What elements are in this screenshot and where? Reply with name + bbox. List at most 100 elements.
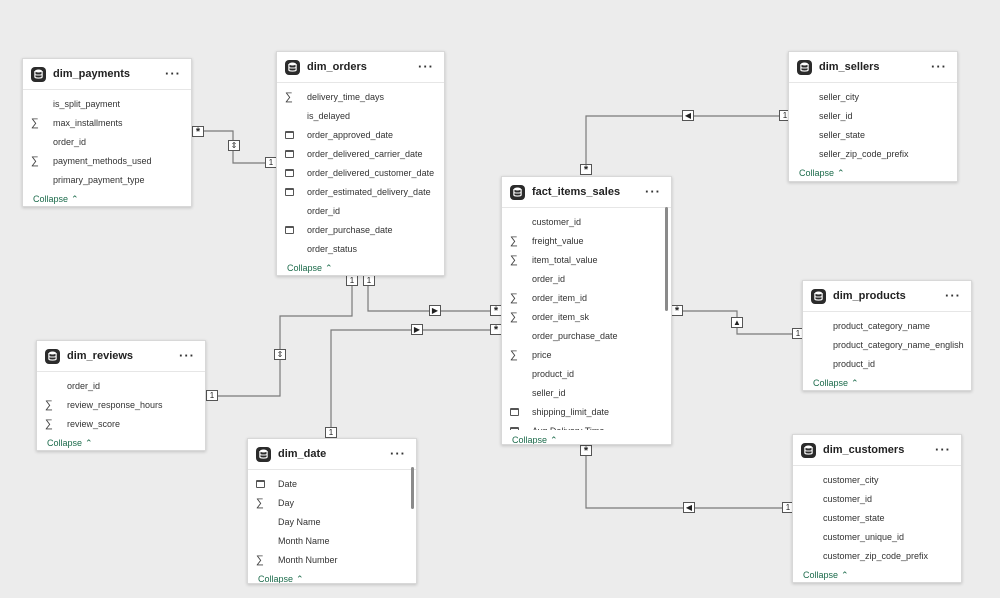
- field-row[interactable]: order_estimated_delivery_date: [277, 182, 444, 201]
- more-options-icon[interactable]: ···: [945, 289, 961, 302]
- field-name: product_id: [532, 368, 575, 379]
- collapse-link[interactable]: Collapse ⌃: [789, 163, 957, 181]
- field-row[interactable]: order_delivered_carrier_date: [277, 144, 444, 163]
- collapse-link[interactable]: Collapse ⌃: [248, 569, 416, 584]
- table-card-dim-reviews[interactable]: dim_reviews ··· order_id ∑ review_response_h…: [36, 340, 206, 451]
- scrollbar[interactable]: [411, 467, 414, 509]
- table-header[interactable]: dim_payments ···: [23, 59, 191, 90]
- field-row[interactable]: order_id: [277, 201, 444, 220]
- field-row[interactable]: ∑ order_item_id: [502, 288, 671, 307]
- field-row[interactable]: primary_payment_type: [23, 170, 191, 189]
- more-options-icon[interactable]: ···: [390, 447, 406, 460]
- table-card-fact-items-sales[interactable]: fact_items_sales ··· customer_id ∑ freight_v…: [501, 176, 672, 445]
- table-header[interactable]: dim_reviews ···: [37, 341, 205, 372]
- filter-right-icon[interactable]: ▶: [411, 324, 423, 335]
- collapse-label: Collapse: [803, 570, 839, 580]
- field-row[interactable]: product_id: [803, 354, 971, 373]
- field-row[interactable]: product_id: [502, 364, 671, 383]
- table-card-dim-products[interactable]: dim_products ··· product_category_name prod…: [802, 280, 972, 391]
- collapse-link[interactable]: Collapse ⌃: [803, 373, 971, 390]
- field-row[interactable]: product_category_name: [803, 316, 971, 335]
- field-row[interactable]: ∑ Day: [248, 493, 416, 512]
- field-row[interactable]: ∑ price: [502, 345, 671, 364]
- field-row[interactable]: order_id: [37, 376, 205, 395]
- field-row[interactable]: seller_city: [789, 87, 957, 106]
- field-row[interactable]: product_category_name_english: [803, 335, 971, 354]
- field-row[interactable]: is_delayed: [277, 106, 444, 125]
- filter-both-icon[interactable]: ⇕: [228, 140, 240, 151]
- table-card-dim-orders[interactable]: dim_orders ··· ∑ delivery_time_days is_delay…: [276, 51, 445, 276]
- rel-line-customers-fact: [585, 444, 793, 509]
- field-row[interactable]: ∑ review_response_hours: [37, 395, 205, 414]
- filter-right-icon[interactable]: ▶: [429, 305, 441, 316]
- field-row[interactable]: ∑ item_total_value: [502, 250, 671, 269]
- field-row[interactable]: order_purchase_date: [502, 326, 671, 345]
- field-row[interactable]: order_id: [23, 132, 191, 151]
- collapse-link[interactable]: Collapse ⌃: [502, 430, 671, 445]
- more-options-icon[interactable]: ···: [935, 443, 951, 456]
- field-row[interactable]: order_id: [502, 269, 671, 288]
- more-options-icon[interactable]: ···: [165, 67, 181, 80]
- field-row[interactable]: seller_id: [789, 106, 957, 125]
- table-header[interactable]: dim_customers ···: [793, 435, 961, 466]
- field-type-icon: [277, 168, 307, 177]
- field-row[interactable]: shipping_limit_date: [502, 402, 671, 421]
- field-row[interactable]: order_purchase_date: [277, 220, 444, 239]
- field-row[interactable]: ∑ payment_methods_used: [23, 151, 191, 170]
- field-row[interactable]: customer_unique_id: [793, 527, 961, 546]
- more-options-icon[interactable]: ···: [418, 60, 434, 73]
- database-icon: [801, 442, 816, 458]
- field-row[interactable]: order_approved_date: [277, 125, 444, 144]
- field-row[interactable]: ∑ delivery_time_days: [277, 87, 444, 106]
- table-header[interactable]: fact_items_sales ···: [502, 177, 671, 208]
- field-row[interactable]: customer_id: [793, 489, 961, 508]
- field-row[interactable]: customer_id: [502, 212, 671, 231]
- more-options-icon[interactable]: ···: [931, 60, 947, 73]
- field-row[interactable]: ∑ review_score: [37, 414, 205, 433]
- field-row[interactable]: customer_zip_code_prefix: [793, 546, 961, 565]
- field-row[interactable]: ∑ order_item_sk: [502, 307, 671, 326]
- field-row[interactable]: seller_zip_code_prefix: [789, 144, 957, 163]
- field-name: is_split_payment: [53, 98, 121, 109]
- field-row[interactable]: is_split_payment: [23, 94, 191, 113]
- table-header[interactable]: dim_sellers ···: [789, 52, 957, 83]
- scrollbar[interactable]: [665, 207, 668, 311]
- collapse-link[interactable]: Collapse ⌃: [277, 258, 444, 275]
- more-options-icon[interactable]: ···: [179, 349, 195, 362]
- field-row[interactable]: ∑ Month Number: [248, 550, 416, 569]
- many-marker: *: [580, 445, 592, 456]
- collapse-link[interactable]: Collapse ⌃: [37, 433, 205, 450]
- field-row[interactable]: customer_state: [793, 508, 961, 527]
- filter-left-icon[interactable]: ◀: [683, 502, 695, 513]
- calendar-icon: [285, 168, 294, 177]
- table-header[interactable]: dim_products ···: [803, 281, 971, 312]
- sigma-icon: ∑: [510, 234, 518, 247]
- field-row[interactable]: Day Name: [248, 512, 416, 531]
- filter-both-icon[interactable]: ⇕: [274, 349, 286, 360]
- table-header[interactable]: dim_orders ···: [277, 52, 444, 83]
- field-name: order_approved_date: [307, 129, 394, 140]
- one-marker: 1: [206, 390, 218, 401]
- field-row[interactable]: customer_city: [793, 470, 961, 489]
- more-options-icon[interactable]: ···: [645, 185, 661, 198]
- sigma-icon: ∑: [45, 417, 53, 430]
- field-row[interactable]: ∑ freight_value: [502, 231, 671, 250]
- table-card-dim-date[interactable]: dim_date ··· Date ∑ Day Day Name Month Name ∑ Mo…: [247, 438, 417, 584]
- field-row[interactable]: seller_state: [789, 125, 957, 144]
- filter-left-icon[interactable]: ◀: [682, 110, 694, 121]
- field-row[interactable]: order_status: [277, 239, 444, 258]
- field-row[interactable]: order_delivered_customer_date: [277, 163, 444, 182]
- table-card-dim-sellers[interactable]: dim_sellers ··· seller_city seller_id seller…: [788, 51, 958, 182]
- table-card-dim-customers[interactable]: dim_customers ··· customer_city customer_id…: [792, 434, 962, 583]
- field-row[interactable]: Month Name: [248, 531, 416, 550]
- field-row[interactable]: ∑ max_installments: [23, 113, 191, 132]
- field-name: Day Name: [278, 516, 321, 527]
- collapse-link[interactable]: Collapse ⌃: [793, 565, 961, 582]
- field-row[interactable]: Date: [248, 474, 416, 493]
- field-row[interactable]: seller_id: [502, 383, 671, 402]
- filter-up-icon[interactable]: ▲: [731, 317, 743, 328]
- field-row[interactable]: Avg Delivery Time: [502, 421, 671, 430]
- table-header[interactable]: dim_date ···: [248, 439, 416, 470]
- table-card-dim-payments[interactable]: dim_payments ··· is_split_payment ∑ max_inst…: [22, 58, 192, 207]
- collapse-link[interactable]: Collapse ⌃: [23, 189, 191, 206]
